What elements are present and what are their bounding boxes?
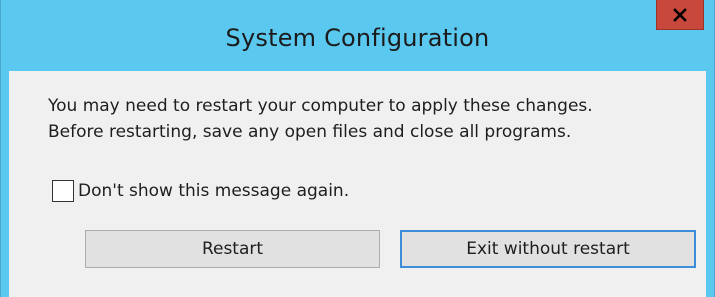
restart-message: You may need to restart your computer to… <box>48 93 593 145</box>
dont-show-again-option[interactable]: Don't show this message again. <box>52 179 349 203</box>
close-button[interactable] <box>656 0 704 30</box>
close-icon <box>673 7 687 22</box>
dont-show-again-label[interactable]: Don't show this message again. <box>78 181 349 201</box>
dont-show-again-checkbox[interactable] <box>52 180 74 202</box>
message-line-1: You may need to restart your computer to… <box>48 96 593 116</box>
exit-without-restart-button[interactable]: Exit without restart <box>400 230 696 268</box>
restart-button[interactable]: Restart <box>85 230 380 268</box>
dialog-body: You may need to restart your computer to… <box>9 71 706 297</box>
message-line-2: Before restarting, save any open files a… <box>48 122 572 142</box>
system-configuration-dialog: System Configuration You may need to res… <box>0 0 715 297</box>
dialog-title: System Configuration <box>225 24 490 52</box>
